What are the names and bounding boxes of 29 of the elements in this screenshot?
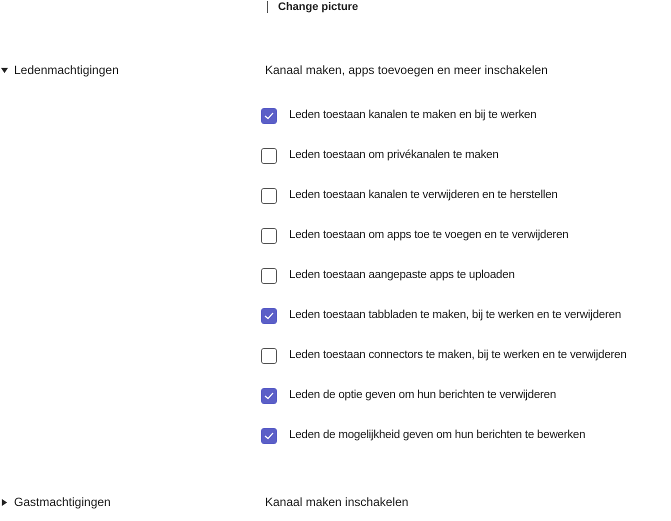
option-label: Leden toestaan kanalen te verwijderen en te herstellen: [289, 188, 558, 204]
checkmark-icon: [264, 312, 274, 320]
option-label: Leden toestaan connectors te maken, bij te werken en te verwijderen: [289, 348, 627, 364]
section-description: Kanaal maken inschakelen: [265, 494, 408, 511]
option-label: Leden toestaan aangepaste apps te uploaden: [289, 268, 515, 284]
checkbox[interactable]: [261, 268, 277, 284]
checkbox[interactable]: [261, 108, 277, 124]
checkbox[interactable]: [261, 348, 277, 364]
section-toggle[interactable]: Ledenmachtigingen: [14, 61, 265, 79]
checkbox[interactable]: [261, 228, 277, 244]
option-label: Leden de mogelijkheid geven om hun berichten te bewerken: [289, 428, 586, 444]
checkbox[interactable]: [261, 428, 277, 444]
caret-icon[interactable]: [1, 66, 8, 74]
option-label: Leden toestaan kanalen te maken en bij te werken: [289, 108, 536, 124]
checkbox[interactable]: [261, 188, 277, 204]
caret-icon[interactable]: [1, 498, 8, 506]
checkbox[interactable]: [261, 308, 277, 324]
checkbox[interactable]: [261, 388, 277, 404]
option-label: Leden toestaan om privékanalen te maken: [289, 148, 499, 164]
checkmark-icon: [264, 392, 274, 400]
option-label: Leden toestaan tabbladen te maken, bij te werken en te verwijderen: [289, 308, 622, 324]
option-label: Leden toestaan om apps toe te voegen en te verwijderen: [289, 228, 568, 244]
option-label: Leden de optie geven om hun berichten te verwijderen: [289, 388, 556, 404]
checkmark-icon: [264, 432, 274, 440]
section-toggle[interactable]: Gastmachtigingen: [14, 493, 265, 511]
checkmark-icon: [264, 112, 274, 120]
section-description: Kanaal maken, apps toevoegen en meer inschakelen: [265, 62, 548, 79]
change-picture-button[interactable]: Change picture: [278, 0, 358, 14]
checkbox[interactable]: [261, 148, 277, 164]
